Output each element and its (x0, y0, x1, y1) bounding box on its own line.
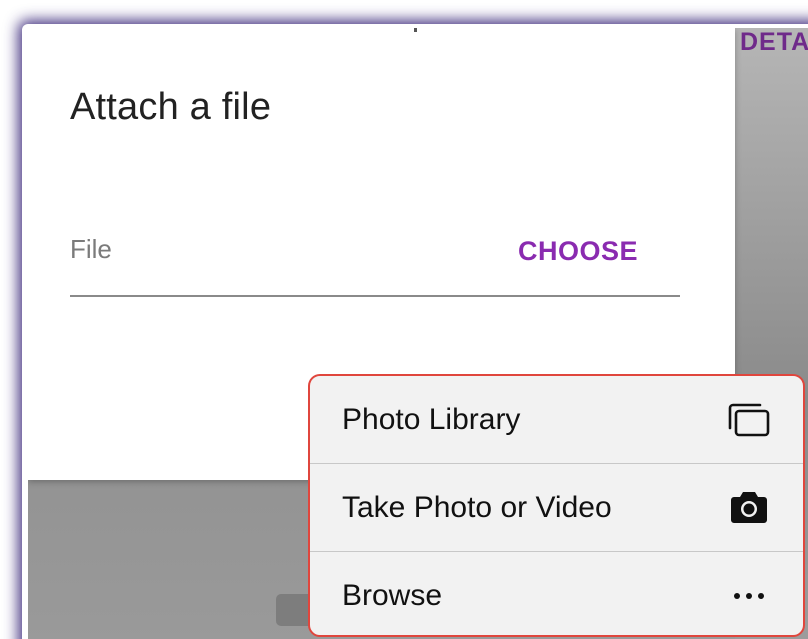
menu-item-take-photo[interactable]: Take Photo or Video (310, 464, 803, 551)
menu-item-browse[interactable]: Browse (310, 552, 803, 635)
menu-item-label: Photo Library (342, 402, 521, 436)
menu-item-label: Browse (342, 578, 443, 612)
screenshot-stage: DETA Attach a file File CHOOSE Photo Lib… (0, 0, 808, 639)
ellipsis-icon (727, 576, 771, 616)
menu-item-photo-library[interactable]: Photo Library (310, 376, 803, 463)
attachment-source-menu: Photo Library Take Photo or Video Browse (308, 374, 805, 637)
top-tick-mark (414, 28, 417, 32)
details-tab-label[interactable]: DETA (740, 28, 808, 57)
choose-button[interactable]: CHOOSE (518, 236, 638, 267)
file-field-underline (70, 295, 680, 297)
menu-item-label: Take Photo or Video (342, 490, 612, 524)
camera-icon (727, 488, 771, 528)
photo-library-icon (727, 400, 771, 440)
dialog-title: Attach a file (70, 86, 272, 128)
file-field-label: File (70, 234, 112, 264)
